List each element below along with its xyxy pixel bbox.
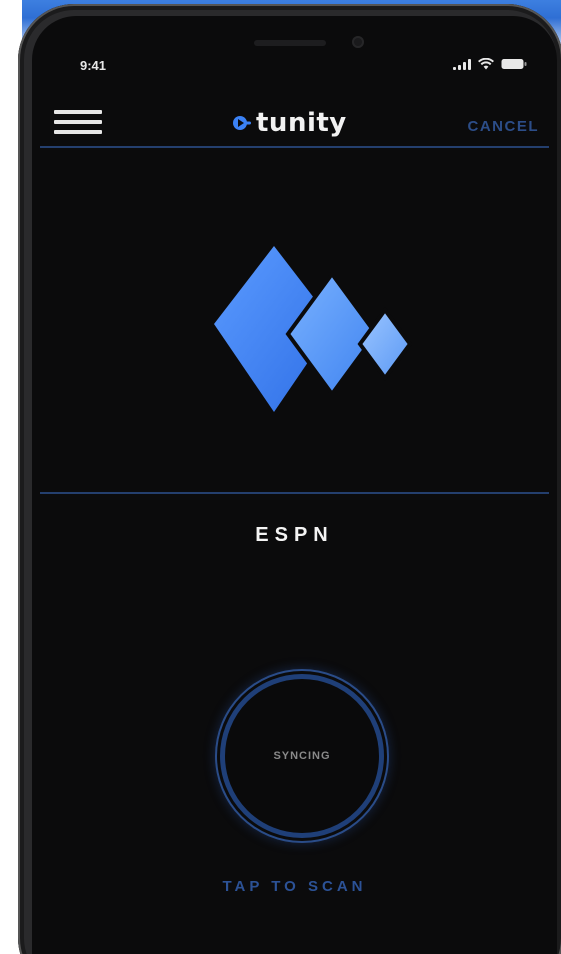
logo-text: tunity — [256, 108, 347, 138]
top-nav-bar: tunity CANCEL — [32, 104, 557, 144]
diamonds-logo-icon — [214, 246, 412, 412]
status-icons — [453, 58, 527, 70]
status-time: 9:41 — [80, 58, 107, 73]
phone-frame: 9:41 tunity CANCEL ESPN SYNCING TAP TO S… — [18, 4, 561, 954]
channel-divider — [40, 492, 549, 494]
app-screen: 9:41 tunity CANCEL ESPN SYNCING TAP TO S… — [32, 16, 557, 954]
tap-to-scan-button[interactable]: TAP TO SCAN — [32, 878, 557, 895]
play-arrow-icon — [233, 116, 251, 130]
speaker-grille — [254, 40, 326, 46]
app-logo: tunity — [232, 108, 347, 138]
sync-status-label: SYNCING — [273, 750, 331, 762]
wifi-icon — [478, 58, 494, 70]
screenshot-stage: 9:41 tunity CANCEL ESPN SYNCING TAP TO S… — [0, 0, 561, 954]
channel-name: ESPN — [255, 524, 334, 546]
signal-icon — [453, 58, 471, 70]
sync-button[interactable]: SYNCING — [220, 674, 384, 838]
header-divider — [40, 146, 549, 148]
battery-icon — [501, 58, 527, 70]
cancel-button[interactable]: CANCEL — [468, 118, 540, 135]
front-camera — [352, 36, 364, 48]
hamburger-menu-icon[interactable] — [54, 110, 102, 136]
